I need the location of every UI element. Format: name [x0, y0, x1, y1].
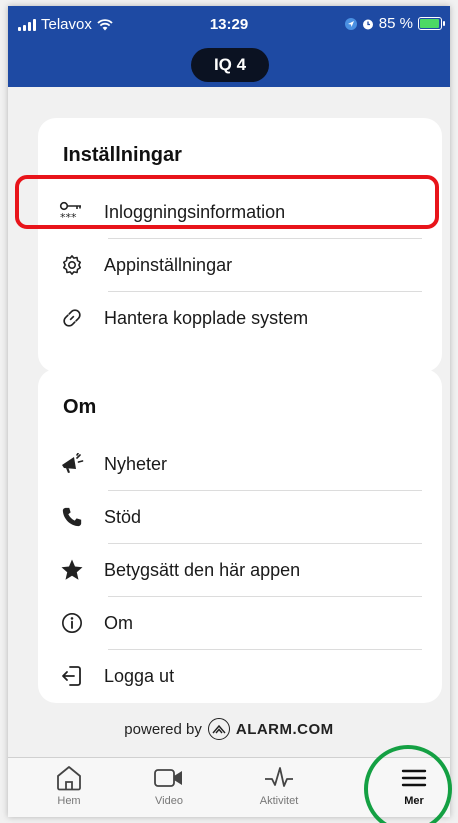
app-screen: Telavox 13:29 85 % IQ 4 Inställningar **…: [8, 6, 450, 817]
about-item-about[interactable]: Om: [58, 597, 422, 649]
app-header: Telavox 13:29 85 % IQ 4: [8, 6, 450, 87]
battery-icon: [418, 17, 445, 30]
about-title: Om: [63, 396, 97, 418]
phone-icon: [58, 503, 86, 531]
about-item-label: Om: [104, 612, 133, 633]
settings-item-app-settings[interactable]: Appinställningar: [58, 239, 422, 291]
video-camera-icon: [154, 769, 182, 787]
about-item-label: Betygsätt den här appen: [104, 559, 301, 580]
activity-icon: [265, 767, 293, 787]
about-item-logout[interactable]: Logga ut: [58, 650, 422, 702]
tab-home[interactable]: Hem: [24, 758, 114, 817]
settings-card: Inställningar *** Inloggningsinformation…: [38, 118, 442, 372]
about-item-label: Logga ut: [104, 665, 175, 686]
info-icon: [58, 609, 86, 637]
status-bar: Telavox 13:29 85 %: [8, 6, 450, 46]
tab-label: Video: [155, 795, 183, 807]
svg-text:***: ***: [60, 211, 77, 223]
about-item-rate-app[interactable]: Betygsätt den här appen: [58, 544, 422, 596]
tab-video[interactable]: Video: [124, 758, 214, 817]
powered-by: powered by ALARM.COM: [8, 718, 450, 740]
system-selector[interactable]: IQ 4: [191, 48, 269, 82]
settings-title: Inställningar: [63, 144, 182, 166]
about-item-support[interactable]: Stöd: [58, 491, 422, 543]
settings-item-linked-systems[interactable]: Hantera kopplade system: [58, 292, 422, 344]
link-icon: [58, 304, 86, 332]
settings-item-label: Hantera kopplade system: [104, 307, 309, 328]
tab-label: Mer: [404, 795, 424, 807]
powered-by-text: powered by: [124, 720, 202, 738]
about-item-news[interactable]: Nyheter: [58, 438, 422, 490]
battery-percent: 85 %: [378, 15, 413, 32]
tab-label: Hem: [57, 795, 81, 807]
alarm-clock-icon: [362, 19, 373, 29]
about-item-label: Nyheter: [104, 453, 168, 474]
tab-more[interactable]: Mer: [369, 758, 450, 817]
alarm-logo-icon: [207, 718, 230, 740]
settings-item-label: Appinställningar: [104, 254, 233, 275]
logout-icon: [58, 662, 86, 690]
home-icon: [57, 766, 81, 791]
key-icon: ***: [58, 198, 86, 226]
star-icon: [58, 556, 86, 584]
settings-item-login-info[interactable]: *** Inloggningsinformation: [58, 186, 422, 238]
menu-icon: [401, 769, 427, 787]
tab-label: Aktivitet: [259, 795, 299, 807]
megaphone-icon: [58, 450, 86, 478]
about-card: Om Nyheter Stöd Betygsätt den här appen …: [38, 369, 442, 703]
tab-activity[interactable]: Aktivitet: [234, 758, 324, 817]
gear-icon: [58, 251, 86, 279]
location-icon: [344, 17, 357, 30]
status-right: 85 %: [344, 15, 445, 32]
tab-bar: Hem Video Aktivitet Mer: [8, 757, 450, 817]
brand-name: ALARM.COM: [235, 720, 334, 738]
about-item-label: Stöd: [104, 506, 142, 527]
settings-item-label: Inloggningsinformation: [104, 201, 286, 222]
